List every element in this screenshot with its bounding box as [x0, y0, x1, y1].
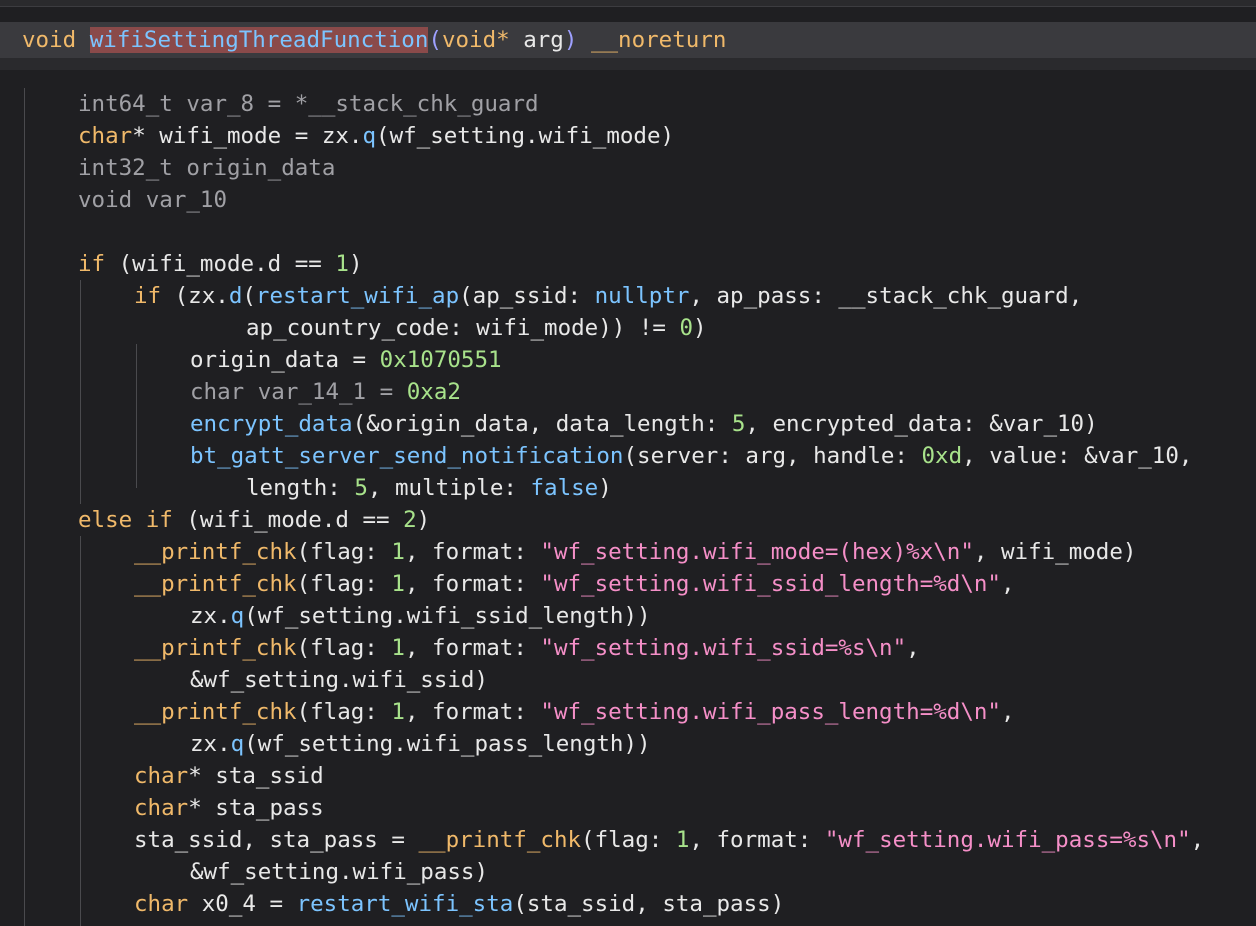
code-line[interactable]: length: 5, multiple: false) — [0, 472, 1256, 504]
code-line-text: &wf_setting.wifi_ssid) — [190, 667, 489, 693]
code-line[interactable]: char* wifi_mode = zx.q(wf_setting.wifi_m… — [0, 120, 1256, 152]
code-line[interactable]: origin_data = 0x1070551 — [0, 344, 1256, 376]
code-line[interactable]: int32_t origin_data — [0, 152, 1256, 184]
code-line[interactable]: else if (wifi_mode.d == 2) — [0, 504, 1256, 536]
code-line-text: encrypt_data(&origin_data, data_length: … — [190, 411, 1098, 437]
function-name[interactable]: wifiSettingThreadFunction — [89, 27, 429, 53]
code-line[interactable]: char var_14_1 = 0xa2 — [0, 376, 1256, 408]
code-line[interactable]: ap_country_code: wifi_mode)) != 0) — [0, 312, 1256, 344]
code-line-text: ap_country_code: wifi_mode)) != 0) — [246, 315, 707, 341]
code-line-text: bt_gatt_server_send_notification(server:… — [190, 443, 1193, 469]
code-line[interactable]: zx.q(wf_setting.wifi_pass_length)) — [0, 728, 1256, 760]
return-type: void — [22, 27, 77, 53]
code-line-text: zx.q(wf_setting.wifi_pass_length)) — [190, 731, 651, 757]
code-line[interactable]: encrypt_data(&origin_data, data_length: … — [0, 408, 1256, 440]
code-line[interactable]: __printf_chk(flag: 1, format: "wf_settin… — [0, 568, 1256, 600]
code-line-text: int32_t origin_data — [78, 155, 336, 181]
code-line-text: __printf_chk(flag: 1, format: "wf_settin… — [134, 539, 1137, 565]
code-line-text: char* sta_ssid — [134, 763, 324, 789]
code-line[interactable]: &wf_setting.wifi_pass) — [0, 856, 1256, 888]
code-line-text: void var_10 — [78, 187, 228, 213]
code-line-text: int64_t var_8 = *__stack_chk_guard — [78, 91, 539, 117]
code-line-text: &wf_setting.wifi_pass) — [190, 859, 489, 885]
code-line[interactable]: if (wifi_mode.d == 1) — [0, 248, 1256, 280]
signature-divider — [0, 58, 1256, 70]
code-line-text: __printf_chk(flag: 1, format: "wf_settin… — [134, 571, 1015, 597]
code-line[interactable]: __printf_chk(flag: 1, format: "wf_settin… — [0, 632, 1256, 664]
code-line-text: if (zx.d(restart_wifi_ap(ap_ssid: nullpt… — [134, 283, 1083, 309]
code-line[interactable]: void var_10 — [0, 184, 1256, 216]
function-signature[interactable]: void wifiSettingThreadFunction(void* arg… — [0, 22, 1256, 58]
code-line[interactable]: char x0_4 = restart_wifi_sta(sta_ssid, s… — [0, 888, 1256, 920]
code-line-text: __printf_chk(flag: 1, format: "wf_settin… — [134, 635, 920, 661]
code-line[interactable]: &wf_setting.wifi_ssid) — [0, 664, 1256, 696]
code-line[interactable]: __printf_chk(flag: 1, format: "wf_settin… — [0, 536, 1256, 568]
code-line-text: char x0_4 = restart_wifi_sta(sta_ssid, s… — [134, 891, 785, 917]
code-line-text: sta_ssid, sta_pass = __printf_chk(flag: … — [134, 827, 1205, 853]
code-body: int64_t var_8 = *__stack_chk_guard char* … — [0, 88, 1256, 926]
code-line[interactable]: __printf_chk(flag: 1, format: "wf_settin… — [0, 696, 1256, 728]
function-attribute: __noreturn — [590, 27, 727, 53]
param-name[interactable]: arg — [523, 27, 564, 53]
code-line[interactable]: if (zx.d(restart_wifi_ap(ap_ssid: nullpt… — [0, 280, 1256, 312]
code-line-text: length: 5, multiple: false) — [246, 475, 612, 501]
code-line-text: origin_data = 0x1070551 — [190, 347, 502, 373]
code-line-text: if (wifi_mode.d == 1) — [78, 251, 363, 277]
code-line-text: __printf_chk(flag: 1, format: "wf_settin… — [134, 699, 1015, 725]
code-line[interactable]: char* sta_ssid — [0, 760, 1256, 792]
code-line[interactable]: int64_t var_8 = *__stack_chk_guard — [0, 88, 1256, 120]
param-type: void* — [441, 27, 510, 53]
top-bar — [0, 0, 1256, 7]
code-line[interactable]: sta_ssid, sta_pass = __printf_chk(flag: … — [0, 824, 1256, 856]
code-line-text: zx.q(wf_setting.wifi_ssid_length)) — [190, 603, 651, 629]
code-line[interactable] — [0, 216, 1256, 248]
code-line-text: char var_14_1 = 0xa2 — [190, 379, 461, 405]
code-line-text: char* wifi_mode = zx.q(wf_setting.wifi_m… — [78, 123, 675, 149]
code-line-text: else if (wifi_mode.d == 2) — [78, 507, 431, 533]
code-line[interactable]: bt_gatt_server_send_notification(server:… — [0, 440, 1256, 472]
code-line-text: char* sta_pass — [134, 795, 324, 821]
code-line[interactable]: zx.q(wf_setting.wifi_ssid_length)) — [0, 600, 1256, 632]
code-line[interactable]: char* sta_pass — [0, 792, 1256, 824]
